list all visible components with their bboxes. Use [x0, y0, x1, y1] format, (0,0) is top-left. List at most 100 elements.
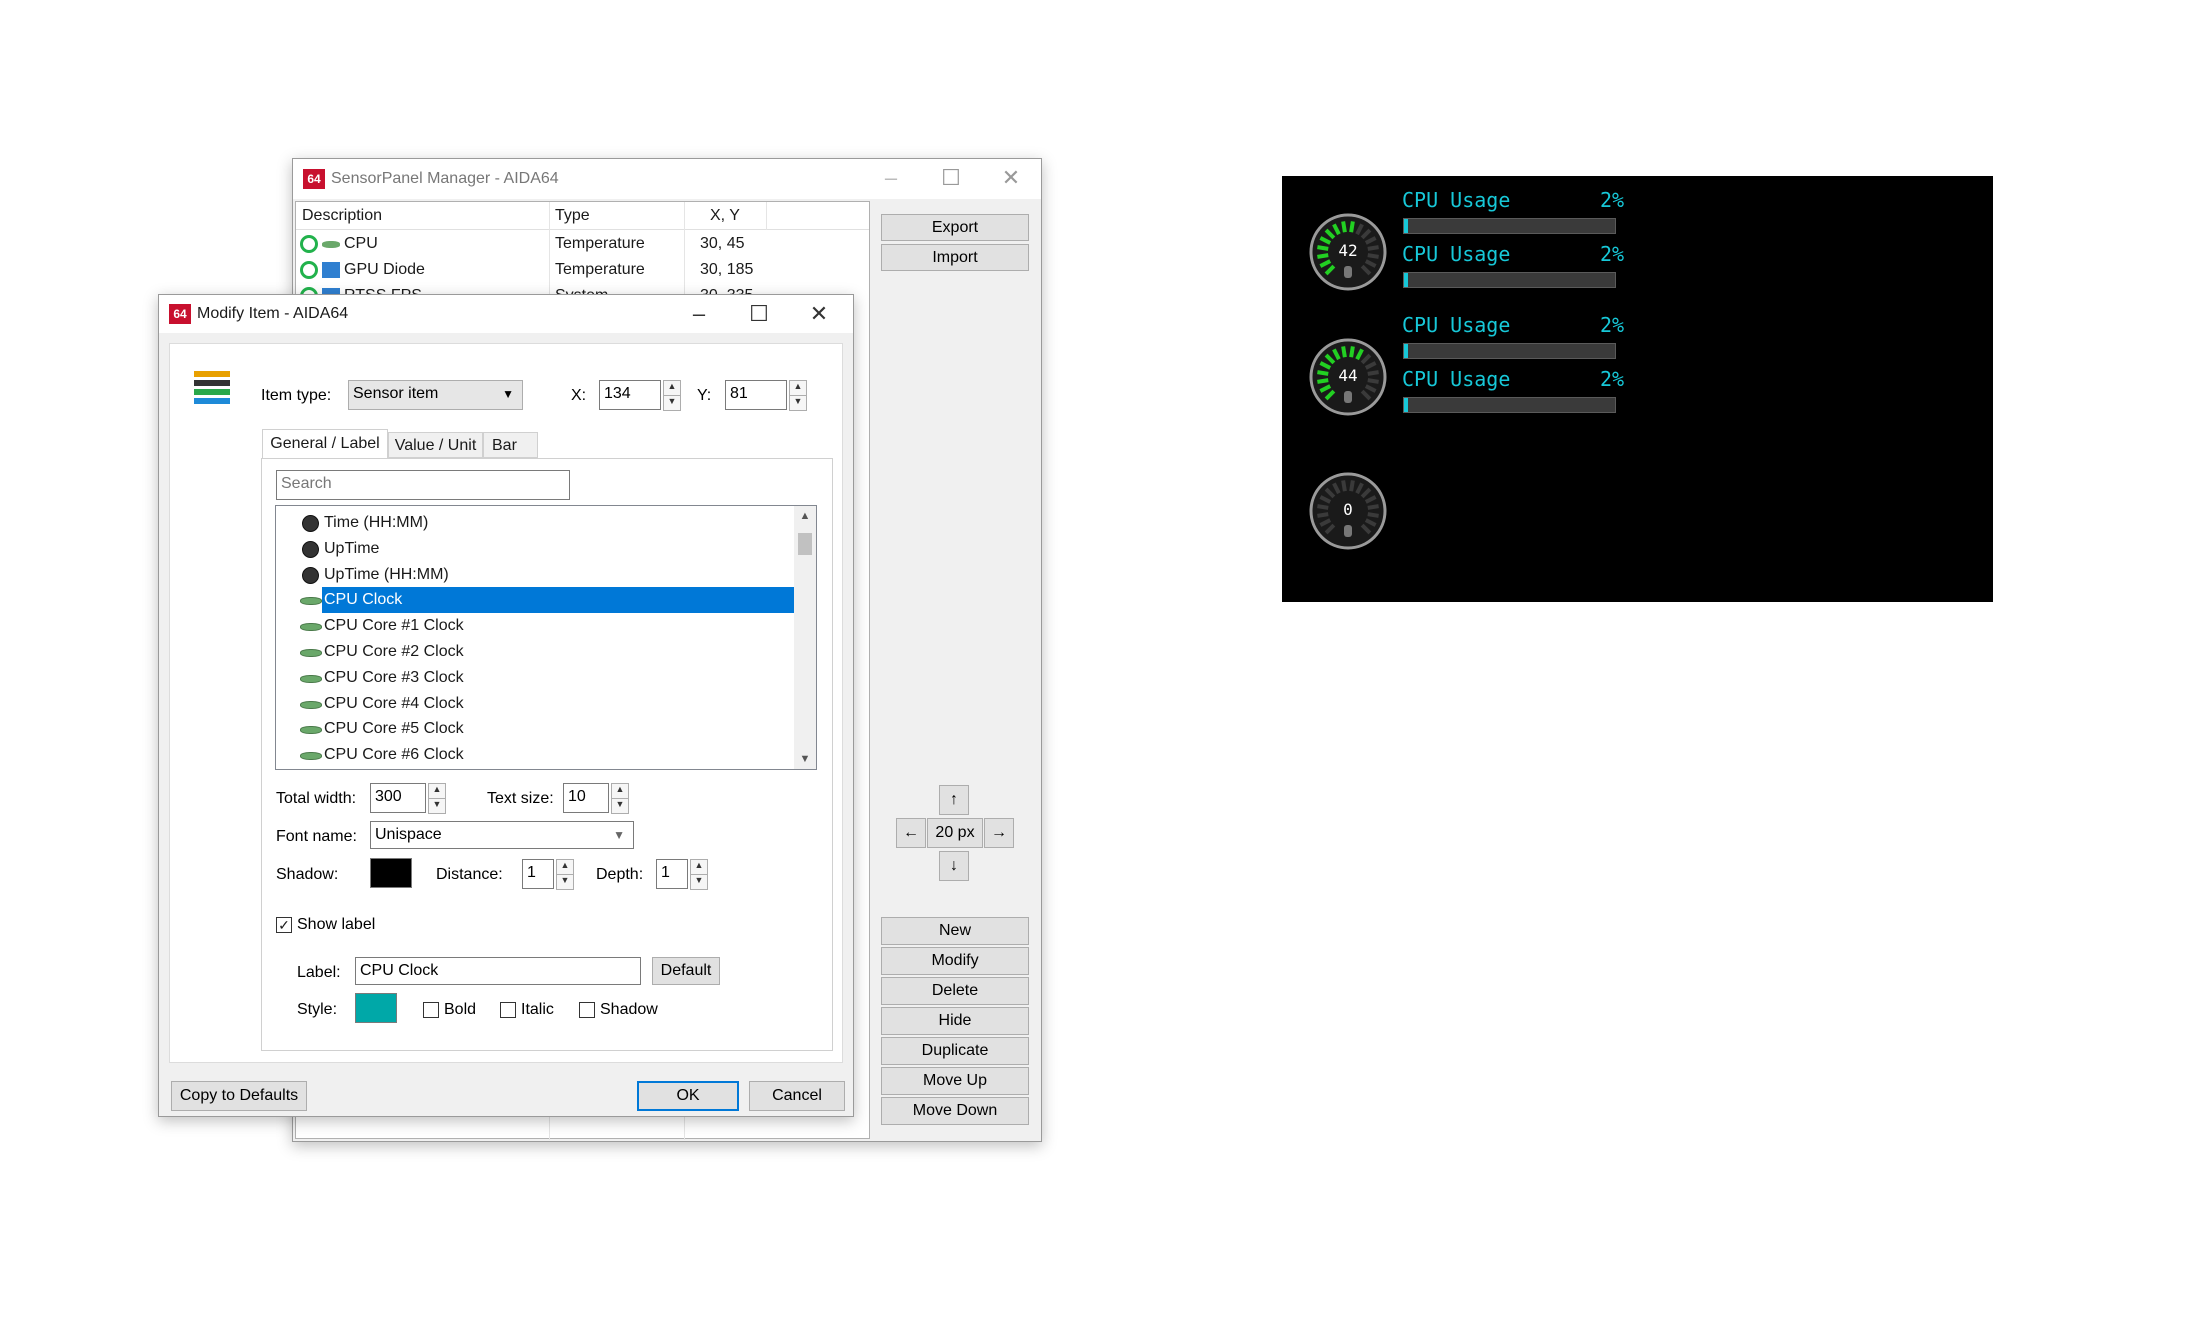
- tab-general-label[interactable]: General / Label: [262, 429, 388, 459]
- gauge-tick: [1341, 480, 1347, 492]
- gauge-value: 0: [1343, 500, 1353, 519]
- tree-item[interactable]: CPU Core #2 Clock: [276, 639, 794, 665]
- minimize-icon[interactable]: –: [861, 159, 921, 199]
- move-up-arrow-icon[interactable]: ↑: [939, 785, 969, 815]
- tab-value-unit[interactable]: Value / Unit: [388, 432, 483, 458]
- sensor-ok-icon: [300, 235, 318, 253]
- font-name-select[interactable]: Unispace ▼: [370, 821, 634, 849]
- text-size-stepper-up[interactable]: ▲: [611, 783, 629, 799]
- move-up-button[interactable]: Move Up: [881, 1067, 1029, 1095]
- move-right-arrow-icon[interactable]: →: [984, 818, 1014, 848]
- import-button[interactable]: Import: [881, 244, 1029, 271]
- copy-to-defaults-button[interactable]: Copy to Defaults: [171, 1081, 307, 1111]
- depth-field[interactable]: 1: [656, 859, 688, 889]
- close-icon[interactable]: ✕: [789, 295, 849, 335]
- search-placeholder: Search: [281, 475, 332, 492]
- table-row[interactable]: CPU Temperature 30, 45: [296, 232, 869, 258]
- depth-stepper-up[interactable]: ▲: [690, 859, 708, 875]
- gauge-tick: [1349, 480, 1355, 492]
- tree-item-label: Time (HH:MM): [324, 514, 429, 531]
- usage-bar: [1403, 272, 1616, 288]
- minimize-icon[interactable]: –: [669, 295, 729, 335]
- maximize-icon[interactable]: ☐: [729, 295, 789, 335]
- tree-item[interactable]: CPU Clock: [276, 587, 794, 614]
- y-stepper-up[interactable]: ▲: [789, 380, 807, 396]
- move-down-arrow-icon[interactable]: ↓: [939, 851, 969, 881]
- default-button[interactable]: Default: [652, 957, 720, 985]
- column-header-type[interactable]: Type: [555, 207, 590, 225]
- scroll-up-icon[interactable]: ▲: [794, 506, 816, 526]
- search-input[interactable]: Search: [276, 470, 570, 500]
- tree-item[interactable]: CPU Core #1 Clock: [276, 613, 794, 639]
- bar-stripe: [194, 398, 230, 404]
- item-type-select[interactable]: Sensor item ▼: [348, 380, 523, 410]
- duplicate-button[interactable]: Duplicate: [881, 1037, 1029, 1065]
- bar-stripe: [194, 380, 230, 386]
- distance-stepper-down[interactable]: ▼: [556, 874, 574, 890]
- gauge: 0: [1308, 471, 1388, 551]
- italic-checkbox[interactable]: [500, 1002, 516, 1018]
- maximize-icon[interactable]: ☐: [921, 159, 981, 199]
- scrollbar[interactable]: ▲ ▼: [794, 506, 816, 769]
- tree-item-label: CPU Core #1 Clock: [324, 617, 464, 635]
- usage-bar: [1403, 343, 1616, 359]
- y-field[interactable]: 81: [725, 380, 787, 410]
- shadow-style-checkbox[interactable]: [579, 1002, 595, 1018]
- cancel-button[interactable]: Cancel: [749, 1081, 845, 1111]
- usage-bar-fill: [1404, 273, 1409, 287]
- x-field[interactable]: 134: [599, 380, 661, 410]
- text-size-field[interactable]: 10: [563, 783, 609, 813]
- distance-field[interactable]: 1: [522, 859, 554, 889]
- row-type: Temperature: [555, 235, 645, 252]
- gauge: 44: [1308, 337, 1388, 417]
- modify-button[interactable]: Modify: [881, 947, 1029, 975]
- depth-stepper-down[interactable]: ▼: [690, 874, 708, 890]
- ok-button[interactable]: OK: [637, 1081, 739, 1111]
- tree-item[interactable]: CPU Core #6 Clock: [276, 742, 794, 768]
- sensor-tree-list[interactable]: Time (HH:MM) UpTime UpTime (HH:MM) CPU Cloc…: [275, 505, 817, 770]
- usage-bar-fill: [1404, 398, 1409, 412]
- column-header-description[interactable]: Description: [302, 207, 382, 225]
- tab-bar[interactable]: Bar: [483, 432, 538, 458]
- tree-item[interactable]: CPU Core #3 Clock: [276, 665, 794, 691]
- gauge-tick: [1349, 221, 1355, 233]
- total-width-field[interactable]: 300: [370, 783, 426, 813]
- bold-checkbox[interactable]: [423, 1002, 439, 1018]
- tree-item[interactable]: Time (HH:MM): [276, 510, 794, 536]
- tree-item[interactable]: CPU Core #4 Clock: [276, 691, 794, 717]
- total-width-stepper-up[interactable]: ▲: [428, 783, 446, 799]
- column-header-xy[interactable]: X, Y: [710, 207, 740, 225]
- scroll-thumb[interactable]: [798, 533, 812, 555]
- x-stepper-up[interactable]: ▲: [663, 380, 681, 396]
- modify-titlebar[interactable]: 64 Modify Item - AIDA64 – ☐ ✕: [159, 295, 853, 333]
- manager-titlebar[interactable]: 64 SensorPanel Manager - AIDA64 – ☐ ✕: [293, 159, 1041, 199]
- usage-value: 2%: [1600, 313, 1625, 337]
- text-size-stepper-down[interactable]: ▼: [611, 798, 629, 814]
- close-icon[interactable]: ✕: [981, 159, 1041, 199]
- x-stepper-down[interactable]: ▼: [663, 395, 681, 411]
- tree-item[interactable]: UpTime: [276, 536, 794, 562]
- export-button[interactable]: Export: [881, 214, 1029, 241]
- move-down-button[interactable]: Move Down: [881, 1097, 1029, 1125]
- cpu-icon: [300, 752, 322, 761]
- total-width-stepper-down[interactable]: ▼: [428, 798, 446, 814]
- table-row[interactable]: GPU Diode Temperature 30, 185: [296, 258, 869, 284]
- new-button[interactable]: New: [881, 917, 1029, 945]
- label-field[interactable]: CPU Clock: [355, 957, 641, 985]
- distance-stepper-up[interactable]: ▲: [556, 859, 574, 875]
- show-label-checkbox[interactable]: ✓: [276, 917, 292, 933]
- hide-button[interactable]: Hide: [881, 1007, 1029, 1035]
- label-color-swatch[interactable]: [355, 993, 397, 1023]
- nudge-step[interactable]: 20 px: [927, 818, 983, 848]
- y-stepper-down[interactable]: ▼: [789, 395, 807, 411]
- move-left-arrow-icon[interactable]: ←: [896, 818, 926, 848]
- delete-button[interactable]: Delete: [881, 977, 1029, 1005]
- clock-icon: [302, 566, 319, 584]
- tree-item[interactable]: CPU Core #5 Clock: [276, 716, 794, 742]
- cpu-icon: [300, 623, 322, 632]
- usage-bar: [1403, 397, 1616, 413]
- scroll-down-icon[interactable]: ▼: [794, 749, 816, 769]
- row-description: CPU: [344, 235, 378, 252]
- tree-item[interactable]: UpTime (HH:MM): [276, 562, 794, 588]
- shadow-color-swatch[interactable]: [370, 858, 412, 888]
